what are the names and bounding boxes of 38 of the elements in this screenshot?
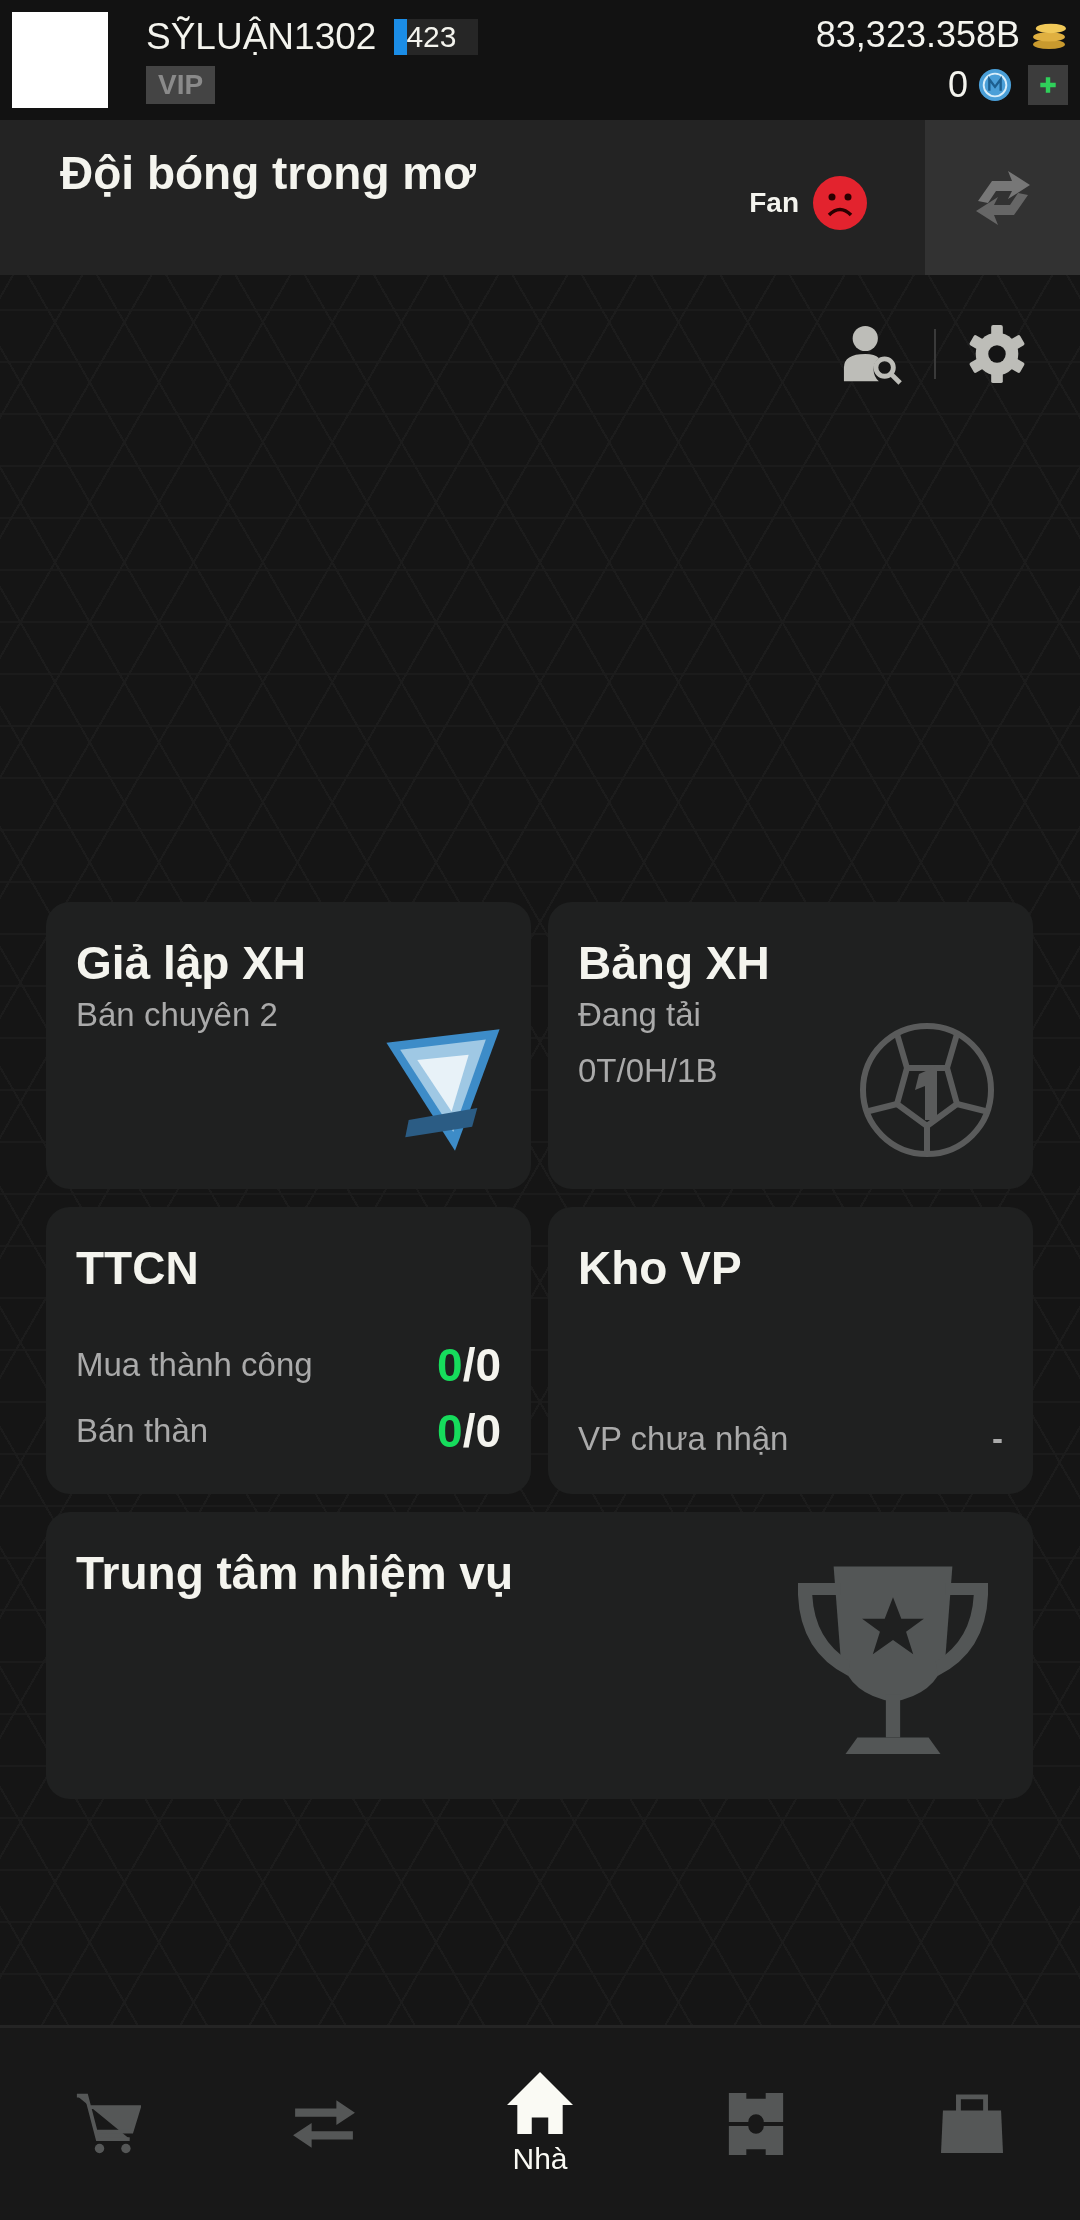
home-icon: [507, 2072, 573, 2134]
stat-value: 0/0: [437, 1338, 501, 1392]
card-title: Trung tâm nhiệm vụ: [76, 1546, 514, 1600]
card-title: TTCN: [76, 1241, 199, 1295]
bag-icon: [939, 2093, 1005, 2155]
fan-label: Fan: [749, 186, 799, 219]
level-number: 423: [405, 20, 457, 54]
stat-label: Mua thành công: [76, 1346, 313, 1384]
add-button[interactable]: [1028, 65, 1068, 105]
stat-value: 0/0: [437, 1404, 501, 1458]
card-subtitle: Bán chuyên 2: [76, 996, 278, 1034]
plus-icon: [1037, 74, 1059, 96]
missions-card[interactable]: Trung tâm nhiệm vụ: [46, 1512, 1033, 1799]
coin-icon: [978, 68, 1012, 102]
transfer-card[interactable]: TTCN Mua thành công 0/0 Bán thàn 0/0: [46, 1207, 531, 1494]
stat-label: VP chưa nhận: [578, 1420, 789, 1458]
stat-label: Bán thàn: [76, 1412, 209, 1450]
trophy-icon: [795, 1564, 991, 1754]
points-amount: 0: [947, 64, 968, 106]
match-record: 0T/0H/1B: [578, 1052, 718, 1090]
card-title: Giả lập XH: [76, 936, 307, 990]
ranking-card[interactable]: Bảng XH Đang tải 0T/0H/1B: [548, 902, 1033, 1189]
vip-badge: VIP: [146, 66, 216, 104]
refresh-button[interactable]: [925, 120, 1080, 275]
card-title: Bảng XH: [578, 936, 770, 990]
money-amount: 83,323.358B: [815, 14, 1020, 56]
cart-icon: [75, 2093, 141, 2155]
simulation-card[interactable]: Giả lập XH Bán chuyên 2: [46, 902, 531, 1189]
user-search-icon[interactable]: [842, 323, 904, 385]
username: SỸLUẬN1302: [146, 16, 377, 58]
ball-icon: [857, 1020, 997, 1160]
page-title: Đội bóng trong mơ: [59, 146, 477, 201]
card-subtitle: Đang tải: [578, 996, 701, 1034]
sad-face-icon: [813, 175, 867, 230]
nav-tab[interactable]: Nhà: [460, 2071, 620, 2177]
storage-card[interactable]: Kho VP VP chưa nhận -: [548, 1207, 1033, 1494]
card-title: Kho VP: [578, 1241, 742, 1295]
stat-value: -: [992, 1420, 1003, 1458]
